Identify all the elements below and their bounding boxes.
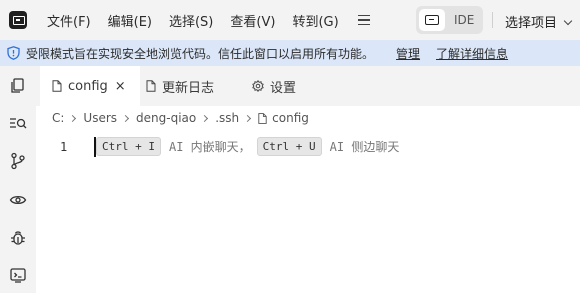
file-icon	[146, 80, 156, 92]
shortcut-key: Ctrl + I	[96, 137, 161, 156]
preview-icon[interactable]	[9, 191, 27, 209]
hint-text: AI 侧边聊天	[329, 140, 400, 154]
learn-more-link[interactable]: 了解详细信息	[436, 45, 508, 62]
project-selector-label: 选择项目	[505, 16, 558, 31]
chevron-right-icon	[201, 114, 209, 122]
file-icon	[52, 80, 62, 92]
menu-bar: 文件(F) 编辑(E) 选择(S) 查看(V) 转到(G)	[47, 11, 356, 30]
file-icon	[258, 112, 267, 124]
tab-changelog[interactable]: 更新日志	[143, 66, 243, 106]
source-control-icon[interactable]	[9, 152, 27, 170]
project-selector[interactable]: 选择项目	[505, 12, 573, 31]
title-divider	[492, 12, 493, 28]
search-icon[interactable]	[9, 115, 27, 133]
menu-selection[interactable]: 选择(S)	[169, 11, 213, 30]
more-menu-icon[interactable]	[357, 15, 370, 25]
menu-file[interactable]: 文件(F)	[47, 11, 91, 30]
editor-mode-icon	[419, 9, 445, 31]
tab-label: 设置	[270, 80, 297, 96]
tab-config[interactable]: config ×	[40, 66, 140, 106]
app-logo-icon	[9, 11, 27, 29]
breadcrumb-item[interactable]: .ssh	[215, 111, 239, 125]
chevron-right-icon	[69, 114, 77, 122]
ai-chat-hint: Ctrl + I AI 内嵌聊天， Ctrl + U AI 侧边聊天	[96, 137, 405, 156]
chevron-down-icon	[563, 16, 573, 26]
line-number: 1	[60, 140, 68, 154]
tab-settings[interactable]: 设置	[252, 66, 332, 106]
breadcrumb-item[interactable]: Users	[83, 111, 117, 125]
debug-icon[interactable]	[9, 229, 27, 247]
editor-area[interactable]: 1 Ctrl + I AI 内嵌聊天， Ctrl + U AI 侧边聊天	[36, 130, 580, 293]
breadcrumb-item[interactable]: config	[272, 111, 309, 125]
hint-text: AI 内嵌聊天，	[168, 140, 251, 154]
ide-label: IDE	[454, 13, 475, 27]
restricted-mode-banner: 受限模式旨在实现安全地浏览代码。信任此窗口以启用所有功能。 管理 了解详细信息	[0, 40, 580, 66]
chevron-right-icon	[121, 114, 130, 122]
tab-bar: config × 更新日志 设置	[36, 66, 580, 106]
breadcrumb-item[interactable]: C:	[52, 111, 64, 125]
tab-label: 更新日志	[162, 80, 215, 96]
shortcut-key: Ctrl + U	[256, 137, 322, 156]
manage-link[interactable]: 管理	[396, 45, 420, 62]
breadcrumb: C: Users deng-qiao .ssh config	[52, 110, 309, 126]
chevron-right-icon	[244, 114, 252, 122]
breadcrumb-item[interactable]: deng-qiao	[136, 111, 196, 125]
remote-icon[interactable]	[9, 266, 27, 284]
title-bar: 文件(F) 编辑(E) 选择(S) 查看(V) 转到(G) IDE 选择项目	[0, 0, 580, 40]
tab-label: config	[68, 78, 108, 94]
explorer-icon[interactable]	[9, 77, 27, 95]
activity-bar	[0, 66, 36, 293]
close-icon[interactable]: ×	[115, 79, 126, 94]
banner-message: 受限模式旨在实现安全地浏览代码。信任此窗口以启用所有功能。	[26, 46, 375, 61]
menu-view[interactable]: 查看(V)	[230, 11, 275, 30]
menu-go[interactable]: 转到(G)	[292, 11, 338, 30]
gear-icon	[252, 80, 264, 92]
menu-edit[interactable]: 编辑(E)	[108, 11, 152, 30]
ide-mode-toggle[interactable]: IDE	[416, 6, 483, 34]
shield-icon	[7, 46, 20, 60]
